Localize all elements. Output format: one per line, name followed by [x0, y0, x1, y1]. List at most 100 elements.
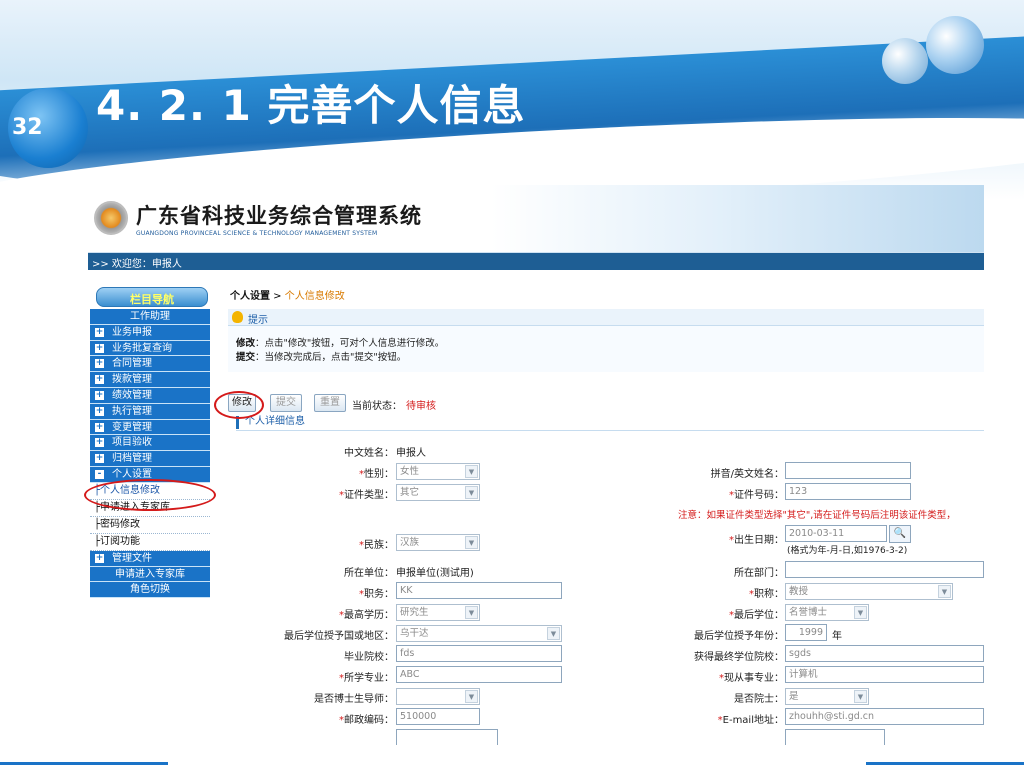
- nav-item-label: 管理文件: [112, 552, 152, 564]
- postcode-label-text: 邮政编码：: [344, 715, 394, 726]
- nav-item-change[interactable]: + 变更管理: [90, 419, 210, 436]
- expand-plus-icon[interactable]: +: [95, 343, 104, 353]
- highlight-circle-edit: [214, 391, 264, 419]
- section-title: 个人详细信息: [236, 415, 984, 431]
- sub-item-password[interactable]: ├密码修改: [90, 516, 210, 534]
- system-title: 广东省科技业务综合管理系统: [136, 204, 422, 228]
- degree-select[interactable]: 名誉博士 ▼: [785, 604, 869, 621]
- chevron-down-icon: ▼: [465, 486, 478, 499]
- expand-plus-icon[interactable]: +: [95, 390, 104, 400]
- id-type-select[interactable]: 其它 ▼: [396, 484, 480, 501]
- expand-plus-icon[interactable]: +: [95, 422, 104, 432]
- nav-item-label: 执行管理: [112, 405, 152, 417]
- degree-country-select-value: 乌干达: [400, 628, 429, 639]
- nav-item-archive[interactable]: + 归档管理: [90, 451, 210, 467]
- school-label: 毕业院校：: [344, 652, 394, 663]
- education-label: *最高学历：: [288, 606, 394, 621]
- submit-button[interactable]: 提交: [270, 394, 302, 412]
- nav-item-performance[interactable]: + 绩效管理: [90, 387, 210, 404]
- expand-plus-icon[interactable]: +: [95, 359, 104, 369]
- nav-item-contract[interactable]: + 合同管理: [90, 356, 210, 373]
- academician-select[interactable]: 是 ▼: [785, 688, 869, 705]
- calendar-search-icon[interactable]: 🔍: [889, 525, 911, 543]
- nav-item-label: 合同管理: [112, 358, 152, 370]
- status-label: 当前状态：: [352, 401, 402, 412]
- nav-header: 栏目导航: [96, 287, 208, 307]
- nav-list: 工作助理 + 业务申报 + 业务批复查询 + 合同管理 + 拨款管理 + 绩效管理 + 执行…: [90, 309, 210, 599]
- postcode-label: *邮政编码：: [288, 711, 394, 726]
- nav-item-approval-query[interactable]: + 业务批复查询: [90, 340, 210, 357]
- gender-select-value: 女性: [400, 466, 420, 477]
- dept-input[interactable]: [785, 561, 984, 578]
- gender-label: *性别：: [288, 465, 394, 480]
- tip-line-submit: 提交：当修改完成后，点击"提交"按钮。: [236, 349, 406, 363]
- postcode-input[interactable]: 510000: [396, 708, 480, 725]
- nav-item-apply-expert-db[interactable]: 申请进入专家库: [90, 566, 210, 583]
- position-input[interactable]: KK: [396, 582, 562, 599]
- current-major-input[interactable]: 计算机: [785, 666, 984, 683]
- phone-input-partial[interactable]: [396, 729, 498, 745]
- footer-line-left: [0, 762, 168, 765]
- id-type-select-value: 其它: [400, 487, 420, 498]
- breadcrumb-root[interactable]: 个人设置: [230, 291, 270, 302]
- mobile-input-partial[interactable]: [785, 729, 885, 745]
- email-input[interactable]: zhouhh@sti.gd.cn: [785, 708, 984, 725]
- expand-plus-icon[interactable]: +: [95, 553, 104, 563]
- school-input[interactable]: fds: [396, 645, 562, 662]
- birth-label-text: 出生日期：: [734, 535, 784, 546]
- nav-item-label: 绩效管理: [112, 389, 152, 401]
- nav-item-execution[interactable]: + 执行管理: [90, 403, 210, 420]
- expand-plus-icon[interactable]: +: [95, 375, 104, 385]
- expand-plus-icon[interactable]: +: [95, 327, 104, 337]
- nav-item-acceptance[interactable]: + 项目验收: [90, 435, 210, 452]
- footer-line-right: [866, 762, 1024, 765]
- lightbulb-icon: [232, 311, 243, 323]
- gender-select[interactable]: 女性 ▼: [396, 463, 480, 480]
- birth-label: *出生日期：: [658, 531, 784, 546]
- nav-item-business-apply[interactable]: + 业务申报: [90, 324, 210, 341]
- nav-item-role-switch[interactable]: 角色切换: [90, 582, 210, 599]
- system-subtitle: GUANGDONG PROVINCEAL SCIENCE & TECHNOLOG…: [136, 230, 378, 237]
- nav-item-funding[interactable]: + 拨款管理: [90, 372, 210, 388]
- system-logo-icon: [94, 201, 128, 235]
- expand-plus-icon[interactable]: +: [95, 438, 104, 448]
- expand-plus-icon[interactable]: +: [95, 406, 104, 416]
- birth-date-input[interactable]: 2010-03-11: [785, 525, 887, 542]
- pinyin-input[interactable]: [785, 462, 911, 479]
- highlight-circle-nav: [84, 479, 216, 511]
- expand-plus-icon[interactable]: +: [95, 454, 104, 464]
- chevron-down-icon: ▼: [465, 690, 478, 703]
- degree-school-input[interactable]: sgds: [785, 645, 984, 662]
- app-window: 广东省科技业务综合管理系统 GUANGDONG PROVINCEAL SCIEN…: [88, 185, 984, 745]
- tip-line-edit: 修改：点击"修改"按钮，可对个人信息进行修改。: [236, 335, 444, 349]
- degree-label: *最后学位：: [658, 606, 784, 621]
- supervisor-select[interactable]: ▼: [396, 688, 480, 705]
- slide-header: 32 4. 2. 1 完善个人信息: [0, 0, 1024, 200]
- slide-title: 4. 2. 1 完善个人信息: [96, 81, 526, 130]
- main-content: 个人设置 > 个人信息修改 提示 修改：点击"修改"按钮，可对个人信息进行修改。…: [228, 282, 984, 745]
- degree-year-input[interactable]: 1999: [785, 624, 827, 641]
- reset-button[interactable]: 重置: [314, 394, 346, 412]
- collapse-minus-icon[interactable]: -: [95, 469, 104, 479]
- degree-country-select[interactable]: 乌干达 ▼: [396, 625, 562, 642]
- nav-header-label: 栏目导航: [130, 293, 174, 306]
- degree-country-label: 最后学位授予国或地区：: [284, 631, 394, 642]
- title-label-text: 职称：: [754, 589, 784, 600]
- welcome-text: >> 欢迎您：申报人: [92, 259, 182, 270]
- id-type-label-text: 证件类型：: [344, 490, 394, 501]
- nav-item-manage-files[interactable]: + 管理文件: [90, 550, 210, 567]
- tip-text-edit: ：点击"修改"按钮，可对个人信息进行修改。: [255, 338, 445, 349]
- title-select-value: 教授: [789, 586, 809, 597]
- education-select[interactable]: 研究生 ▼: [396, 604, 480, 621]
- major-input[interactable]: ABC: [396, 666, 562, 683]
- nav-item-label: 拨款管理: [112, 374, 152, 386]
- nav-item-label: 业务批复查询: [112, 342, 172, 354]
- title-select[interactable]: 教授 ▼: [785, 583, 953, 600]
- tip-key-submit: 提交: [236, 352, 256, 363]
- ethnicity-select[interactable]: 汉族 ▼: [396, 534, 480, 551]
- current-major-label-text: 现从事专业：: [724, 673, 784, 684]
- id-number-label: *证件号码：: [658, 486, 784, 501]
- sub-item-subscribe[interactable]: ├订阅功能: [90, 533, 210, 551]
- nav-item-work-assistant[interactable]: 工作助理: [90, 309, 210, 325]
- id-number-input[interactable]: 123: [785, 483, 911, 500]
